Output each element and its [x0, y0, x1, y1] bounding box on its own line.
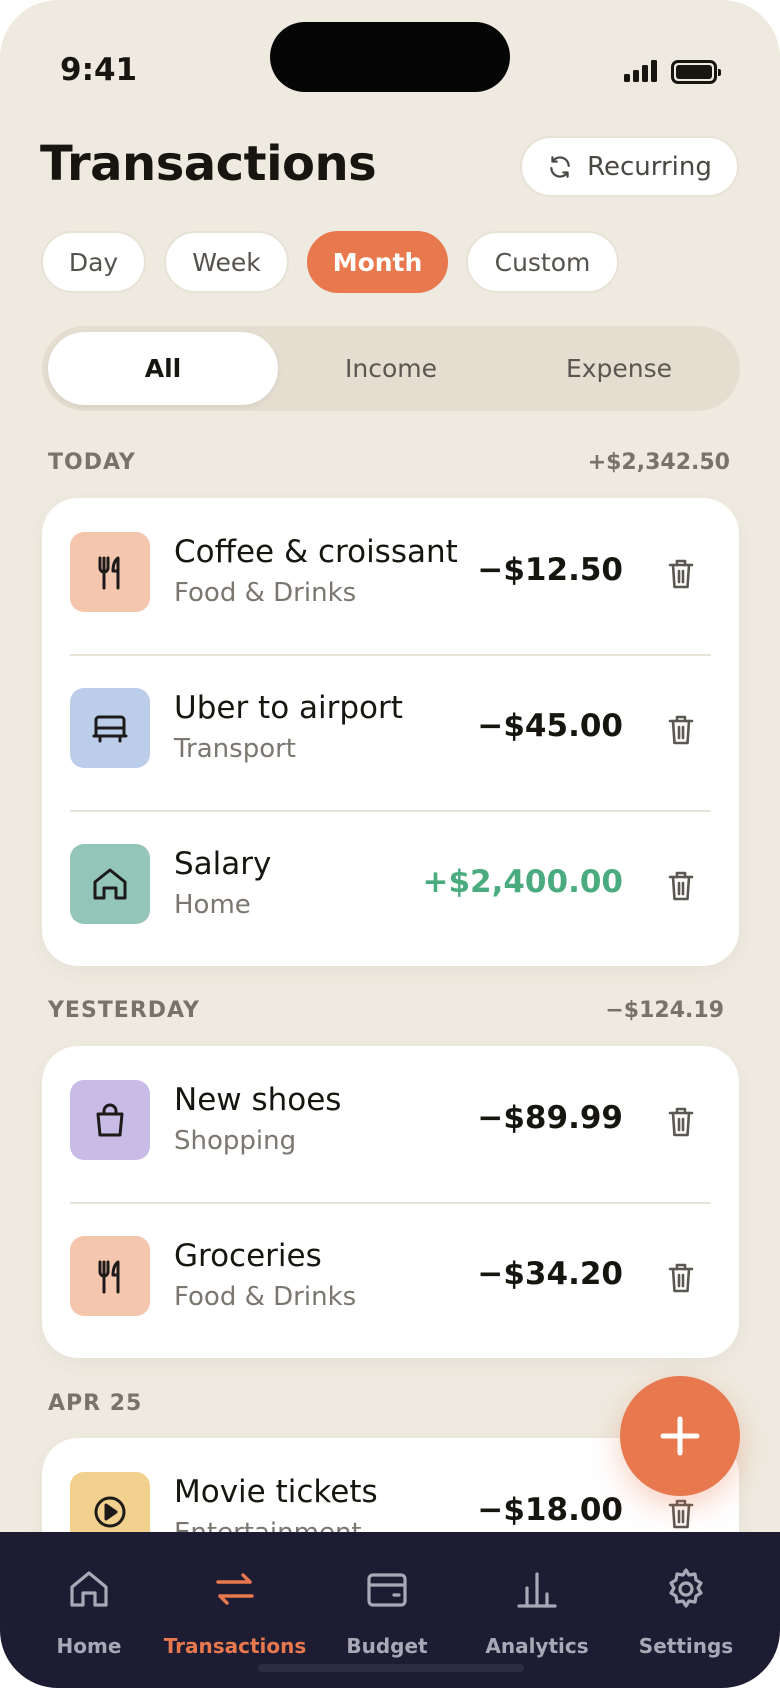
page-title: Transactions: [40, 136, 377, 192]
transaction-row[interactable]: Coffee & croissant Food & Drinks −$12.50: [42, 498, 739, 654]
transaction-row[interactable]: Uber to airport Transport −$45.00: [42, 654, 739, 810]
section-label: TODAY: [48, 450, 136, 475]
trash-icon[interactable]: [665, 556, 697, 592]
transaction-title: New shoes: [174, 1082, 342, 1118]
transaction-category: Transport: [174, 734, 297, 764]
tab-transactions[interactable]: Transactions: [160, 1532, 310, 1662]
gear-icon: [669, 1568, 703, 1608]
tab-home[interactable]: Home: [14, 1532, 164, 1662]
transaction-amount: −$34.20: [477, 1256, 623, 1292]
transaction-amount: −$12.50: [477, 552, 623, 588]
tab-label: Budget: [346, 1634, 428, 1658]
transaction-category: Food & Drinks: [174, 1282, 357, 1312]
tab-budget[interactable]: Budget: [312, 1532, 462, 1662]
tab-label: Transactions: [163, 1634, 307, 1658]
transaction-row[interactable]: Groceries Food & Drinks −$34.20: [42, 1202, 739, 1358]
home-icon: [70, 844, 150, 924]
filter-all[interactable]: All: [48, 332, 278, 405]
transaction-category: Food & Drinks: [174, 578, 357, 608]
section-total: −$124.19: [605, 998, 724, 1023]
shopping-bag-icon: [70, 1080, 150, 1160]
period-chip-week[interactable]: Week: [164, 231, 289, 293]
tab-analytics[interactable]: Analytics: [462, 1532, 612, 1662]
recurring-label: Recurring: [587, 151, 712, 182]
section-label: APR 25: [48, 1391, 143, 1416]
period-chip-month[interactable]: Month: [307, 231, 448, 293]
transaction-category: Shopping: [174, 1126, 297, 1156]
transaction-title: Salary: [174, 846, 272, 882]
plus-icon: [660, 1416, 700, 1456]
transaction-title: Uber to airport: [174, 690, 403, 726]
filter-income[interactable]: Income: [276, 332, 506, 405]
wallet-icon: [367, 1573, 407, 1607]
recurring-button[interactable]: Recurring: [520, 136, 739, 197]
tab-label: Settings: [638, 1634, 734, 1658]
home-icon: [70, 1571, 108, 1607]
tab-settings[interactable]: Settings: [611, 1532, 761, 1662]
transaction-title: Coffee & croissant: [174, 534, 458, 570]
transaction-card: New shoes Shopping −$89.99 Groceries Foo…: [42, 1046, 739, 1358]
bar-chart-icon: [517, 1572, 557, 1608]
fork-knife-icon: [70, 532, 150, 612]
transaction-card: Coffee & croissant Food & Drinks −$12.50…: [42, 498, 739, 966]
transaction-row[interactable]: Salary Home +$2,400.00: [42, 810, 739, 966]
trash-icon[interactable]: [665, 712, 697, 748]
tab-label: Analytics: [485, 1634, 589, 1658]
trash-icon[interactable]: [665, 1496, 697, 1532]
type-filter: All Income Expense: [42, 326, 740, 411]
tab-label: Home: [56, 1634, 122, 1658]
dynamic-island: [270, 22, 510, 92]
filter-expense[interactable]: Expense: [504, 332, 734, 405]
transaction-amount: +$2,400.00: [422, 864, 623, 900]
transaction-amount: −$89.99: [477, 1100, 623, 1136]
transaction-amount: −$18.00: [477, 1492, 623, 1528]
period-chip-custom[interactable]: Custom: [466, 231, 619, 293]
trash-icon[interactable]: [665, 1260, 697, 1296]
period-selector: Day Week Month Custom: [41, 231, 619, 293]
trash-icon[interactable]: [665, 1104, 697, 1140]
transaction-amount: −$45.00: [477, 708, 623, 744]
transaction-row[interactable]: New shoes Shopping −$89.99: [42, 1046, 739, 1202]
transaction-category: Home: [174, 890, 251, 920]
transfer-arrows-icon: [216, 1573, 254, 1605]
signal-icon: [624, 60, 658, 82]
section-total: +$2,342.50: [587, 450, 730, 475]
transaction-title: Groceries: [174, 1238, 322, 1274]
period-chip-day[interactable]: Day: [41, 231, 146, 293]
refresh-icon: [550, 155, 570, 178]
home-indicator: [258, 1664, 524, 1672]
car-icon: [70, 688, 150, 768]
battery-icon: [671, 60, 721, 84]
phone-screen: 9:41 Transactions Recurring Day Week Mon…: [0, 0, 780, 1688]
add-transaction-button[interactable]: [620, 1376, 740, 1496]
transaction-title: Movie tickets: [174, 1474, 378, 1510]
trash-icon[interactable]: [665, 868, 697, 904]
fork-knife-icon: [70, 1236, 150, 1316]
status-time: 9:41: [60, 52, 138, 88]
section-label: YESTERDAY: [48, 998, 200, 1023]
